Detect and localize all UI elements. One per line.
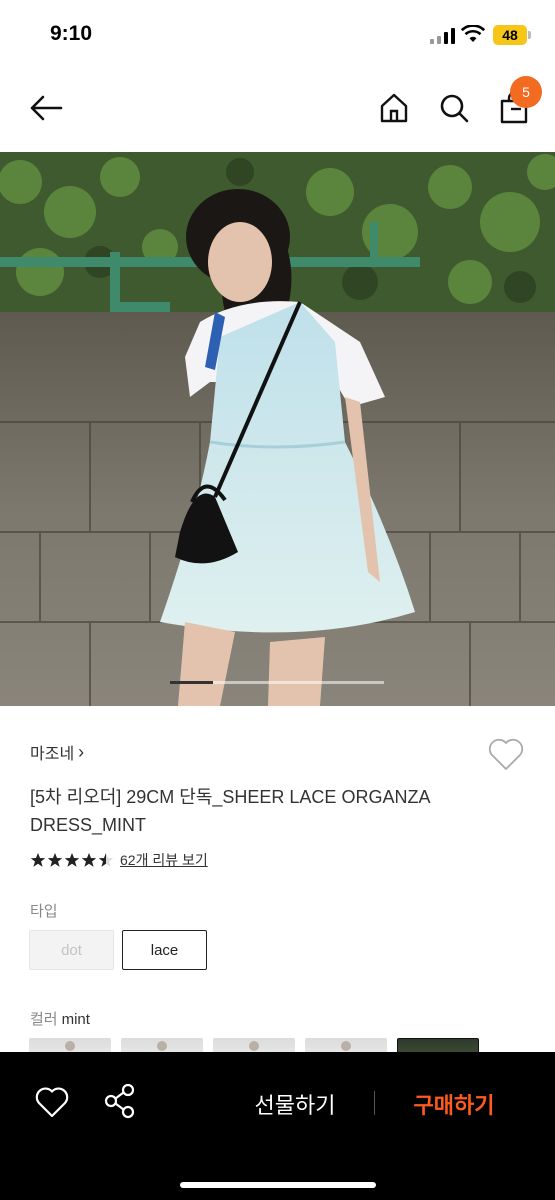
color-thumbnail[interactable] xyxy=(305,1038,387,1052)
color-thumbnail-selected[interactable] xyxy=(397,1038,479,1052)
color-thumbnails xyxy=(29,1038,479,1052)
buy-button[interactable]: 구매하기 xyxy=(394,1088,514,1120)
wifi-icon xyxy=(461,25,485,42)
brand-link[interactable]: 마조네 › xyxy=(30,740,84,764)
gift-button[interactable]: 선물하기 xyxy=(230,1088,360,1120)
rating-row: 62개 리뷰 보기 xyxy=(30,850,208,870)
gallery-progress-fill xyxy=(170,681,213,684)
status-bar: 9:10 48 xyxy=(0,0,555,70)
search-button[interactable] xyxy=(434,88,474,128)
share-icon xyxy=(104,1083,135,1119)
wishlist-button[interactable] xyxy=(487,736,525,772)
review-link[interactable]: 62개 리뷰 보기 xyxy=(120,850,208,870)
star-icon xyxy=(64,853,80,867)
color-thumbnail[interactable] xyxy=(29,1038,111,1052)
signal-icon xyxy=(430,28,456,44)
color-value: mint xyxy=(61,1011,90,1028)
back-arrow-icon xyxy=(30,95,63,121)
brand-name: 마조네 xyxy=(30,746,75,763)
home-icon xyxy=(380,93,408,123)
type-option-lace[interactable]: lace xyxy=(122,930,207,970)
battery-tip xyxy=(528,31,531,39)
star-icon xyxy=(47,853,63,867)
product-image-gallery[interactable] xyxy=(0,152,555,706)
heart-icon xyxy=(35,1087,69,1118)
cart-count-badge: 5 xyxy=(510,76,542,108)
gallery-progress-track xyxy=(170,681,384,684)
color-thumbnail[interactable] xyxy=(213,1038,295,1052)
top-nav: 5 xyxy=(0,70,555,152)
chevron-right-icon: › xyxy=(78,741,85,762)
home-button[interactable] xyxy=(374,88,414,128)
color-label: 컬러 xyxy=(30,1011,58,1028)
bottom-wishlist-button[interactable] xyxy=(34,1085,70,1119)
star-icon xyxy=(30,853,46,867)
rating-stars xyxy=(30,852,114,868)
star-icon xyxy=(81,853,97,867)
home-indicator xyxy=(180,1182,376,1188)
product-title: [5차 리오더] 29CM 단독_SHEER LACE ORGANZA DRES… xyxy=(30,787,430,835)
search-icon xyxy=(440,94,469,123)
divider xyxy=(374,1091,375,1115)
star-icon xyxy=(98,853,114,867)
type-option-dot[interactable]: dot xyxy=(29,930,114,970)
bottom-action-bar: 선물하기 구매하기 xyxy=(0,1052,555,1200)
type-label: 타입 xyxy=(30,903,58,920)
status-time: 9:10 xyxy=(50,22,93,45)
color-thumbnail[interactable] xyxy=(121,1038,203,1052)
product-photo xyxy=(0,152,555,706)
back-button[interactable] xyxy=(26,88,66,128)
share-button[interactable] xyxy=(102,1082,138,1120)
battery-indicator: 48 xyxy=(493,25,527,45)
heart-icon xyxy=(488,738,524,770)
color-label-row: 컬러 mint xyxy=(30,1008,90,1029)
